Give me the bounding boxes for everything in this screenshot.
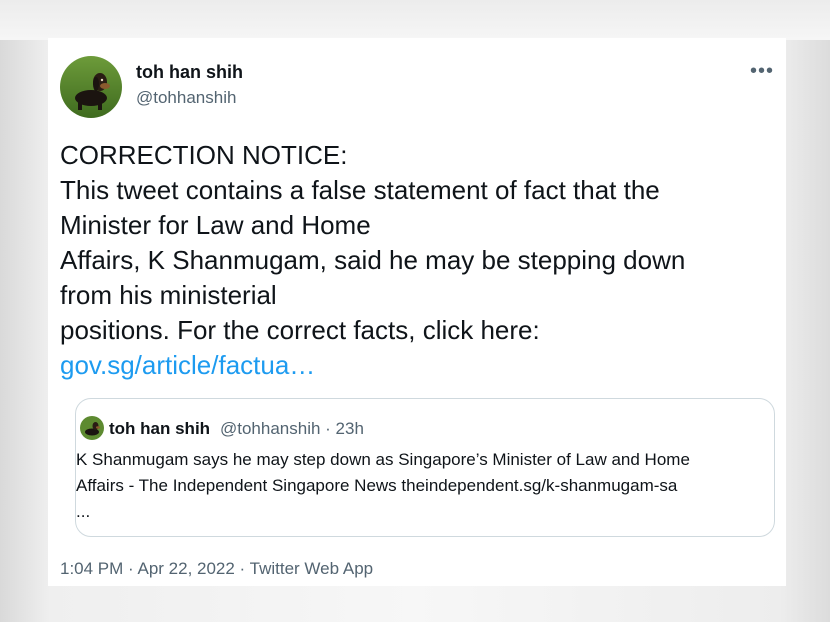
- tweet-body-line: positions. For the correct facts, click …: [60, 315, 540, 345]
- tweet-body-line: from his ministerial: [60, 280, 277, 310]
- quoted-author-name: toh han shih: [109, 419, 211, 438]
- quoted-avatar: [80, 416, 104, 440]
- avatar[interactable]: [60, 56, 122, 118]
- author-name[interactable]: toh han shih: [136, 62, 243, 83]
- author-handle[interactable]: @tohhanshih: [136, 88, 236, 108]
- tweet-card: toh han shih @tohhanshih ••• CORRECTION …: [48, 38, 786, 586]
- background-top: [0, 0, 830, 40]
- quoted-text: K Shanmugam says he may step down as Sin…: [76, 447, 766, 525]
- quoted-text-line: ...: [76, 502, 91, 521]
- tweet-body-line: CORRECTION NOTICE:: [60, 140, 348, 170]
- quoted-author-meta: @tohhanshih · 23h: [220, 419, 364, 438]
- quoted-text-line: Affairs - The Independent Singapore News…: [76, 476, 678, 495]
- quoted-text-line: K Shanmugam says he may step down as Sin…: [76, 450, 690, 469]
- avatar-dog-image: [60, 56, 122, 118]
- tweet-body-line: Affairs, K Shanmugam, said he may be ste…: [60, 245, 686, 275]
- correction-link[interactable]: gov.sg/article/factua…: [60, 348, 772, 383]
- tweet-body-line: This tweet contains a false statement of…: [60, 175, 660, 205]
- tweet-body: CORRECTION NOTICE: This tweet contains a…: [60, 138, 772, 383]
- tweet-body-line: Minister for Law and Home: [60, 210, 371, 240]
- tweet-timestamp[interactable]: 1:04 PM · Apr 22, 2022 · Twitter Web App: [60, 559, 373, 579]
- quoted-tweet[interactable]: toh han shih @tohhanshih · 23h K Shanmug…: [75, 398, 775, 537]
- more-options-icon[interactable]: •••: [750, 60, 774, 83]
- quoted-avatar-dog-image: [80, 416, 104, 440]
